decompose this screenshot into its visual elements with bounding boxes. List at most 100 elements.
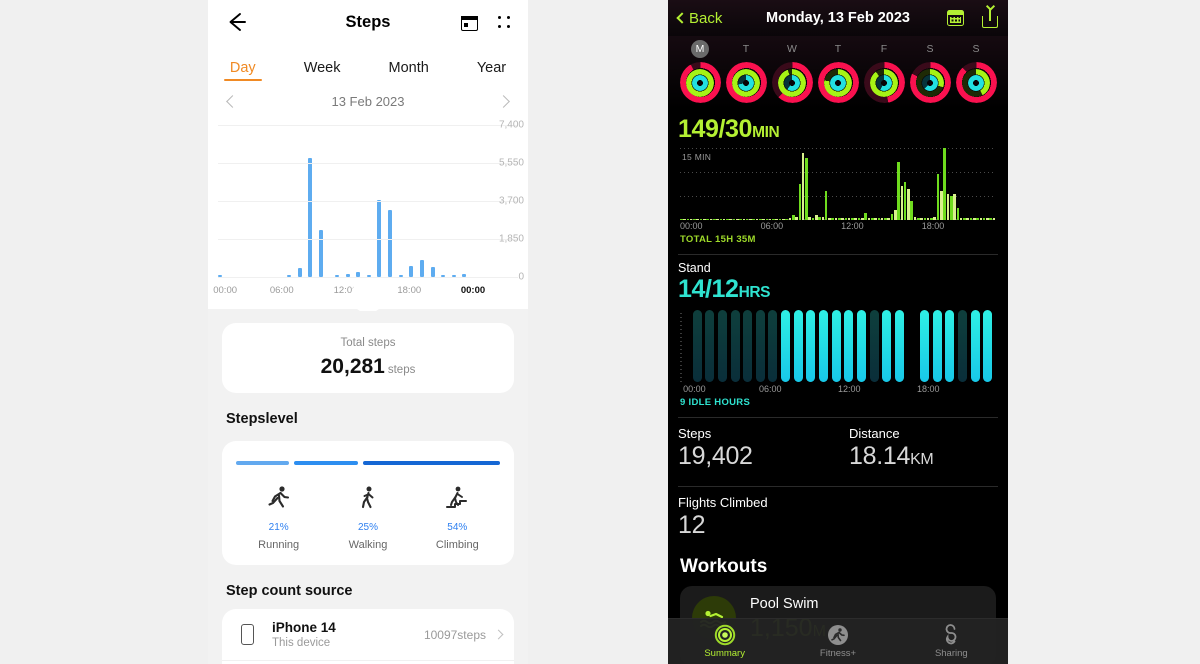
stand-hour-bar-idle [730,310,740,382]
week-day-4[interactable]: F [862,40,906,103]
list-item[interactable]: iPhone 14 This device 10097steps [222,609,514,661]
ring-layer-2 [692,74,708,91]
gridline [218,239,518,240]
exercise-bar [877,218,881,220]
exercise-bar [703,218,706,220]
bottom-tab-bar: Summary Fitness+ Sharing [668,618,1008,664]
x-axis-label: 06:00 [760,221,784,231]
x-axis-label: 12:00 [841,221,864,231]
tab-week[interactable]: Week [298,58,347,81]
exercise-bar [689,218,693,220]
exercise-bar [772,218,775,220]
exercise-bar [805,157,808,220]
tab-sharing[interactable]: Sharing [895,624,1008,659]
exercise-bar [722,218,726,220]
chart-bar [297,268,302,277]
left-chart-section: Day Week Month Year 13 Feb 2023 00:00 06:… [208,44,528,309]
exercise-bar [930,217,933,220]
exercise-bar [735,218,739,220]
y-axis-label: 3,700 [498,195,524,207]
level-item-walking: 25% Walking [323,483,412,551]
y-axis-label: 7,400 [498,119,524,131]
exercise-bar [910,200,913,220]
exercise-bar [739,218,742,220]
running-pct-symbol: % [279,522,289,533]
week-day-0[interactable]: M [678,40,722,103]
stand-hour-bar-stood [882,310,892,382]
back-arrow-icon[interactable] [224,9,250,35]
exercise-x-axis: 00:00 06:00 12:00 18:00 [680,221,996,233]
exercise-bar [808,217,811,220]
stand-hour-bar-stood [983,310,993,382]
exercise-bar [706,218,709,220]
huawei-health-steps-panel: Steps Day Week Month Year 13 Feb 2023 00… [208,0,528,664]
stand-hour-bar-stood [894,310,904,382]
tab-summary[interactable]: Summary [668,624,781,659]
sharing-icon [945,624,957,645]
next-day-button[interactable] [497,95,510,108]
gridline [218,201,518,202]
activity-ring [863,62,905,103]
exercise-bar [884,218,887,220]
exercise-bar [762,218,765,220]
tab-summary-label: Summary [704,648,745,659]
stand-unit: HRS [738,284,771,301]
week-day-2[interactable]: W [770,40,814,103]
exercise-bar [795,216,798,220]
calendar-icon[interactable] [947,10,964,26]
walking-pct: 25 [357,522,370,533]
exercise-bar [732,218,736,220]
current-date: 13 Feb 2023 [331,94,405,109]
week-day-5[interactable]: S [908,40,952,103]
exercise-bar [969,217,973,220]
stand-hour-bar-idle [768,310,778,382]
activity-ring [679,62,721,103]
exercise-bar [907,188,910,220]
tab-sharing-label: Sharing [934,648,968,659]
stand-hour-bar-idle [705,310,715,382]
chart-bar [318,229,323,277]
y-axis-label: 0 [518,271,524,283]
chart-bar [419,259,424,277]
share-icon[interactable] [982,8,998,28]
stand-hour-bar-stood [945,310,955,382]
week-day-1[interactable]: T [724,40,768,103]
exercise-bar [719,218,723,220]
distance-unit: KM [910,451,934,468]
week-day-3[interactable]: T [816,40,860,103]
exercise-bar [755,218,759,220]
ring-layer-2 [876,74,892,91]
runner-icon [827,625,848,645]
exercise-bar [946,193,950,220]
activity-ring [771,62,813,103]
more-dots-icon[interactable] [496,15,512,29]
tab-day[interactable]: Day [223,58,262,81]
chart-scroll-handle[interactable] [208,285,528,311]
exercise-bar [989,217,992,220]
chart-bar [388,209,392,277]
calendar-icon[interactable] [461,14,478,31]
steps-distance-row: Steps 19,402 Distance 18.14KM [668,418,1008,477]
exercise-bar [959,217,963,220]
exercise-bar [716,218,719,220]
total-steps-value: 20,281 [320,355,385,378]
exercise-block: 149/30MIN 15 MIN 00:00 06:00 12:00 18:00 TO… [668,109,1008,245]
exercise-bar [847,218,851,220]
week-day-6[interactable]: S [954,40,998,103]
prev-day-button[interactable] [226,95,239,108]
level-item-climbing: 54% Climbing [413,483,502,551]
exercise-bar [791,215,795,220]
back-button[interactable]: Back [676,10,722,27]
distance-metric: Distance 18.14KM [827,426,998,471]
step-count-source-list: iPhone 14 This device 10097steps HUAWEI … [222,609,514,664]
tab-fitness-plus[interactable]: Fitness+ [781,624,894,659]
stand-hour-bar-stood [920,310,930,382]
exercise-bar [775,218,779,220]
x-axis-label: 06:00 [759,384,782,394]
steps-chart: 00:00 06:00 12:00 18:00 00:00 7,400 5,550 3,70… [208,117,528,307]
source-name: iPhone 14 [272,620,336,635]
tab-month[interactable]: Month [383,58,435,81]
tab-year[interactable]: Year [471,58,512,81]
running-pct: 21 [268,522,280,533]
x-axis-label: 00:00 [680,221,703,231]
